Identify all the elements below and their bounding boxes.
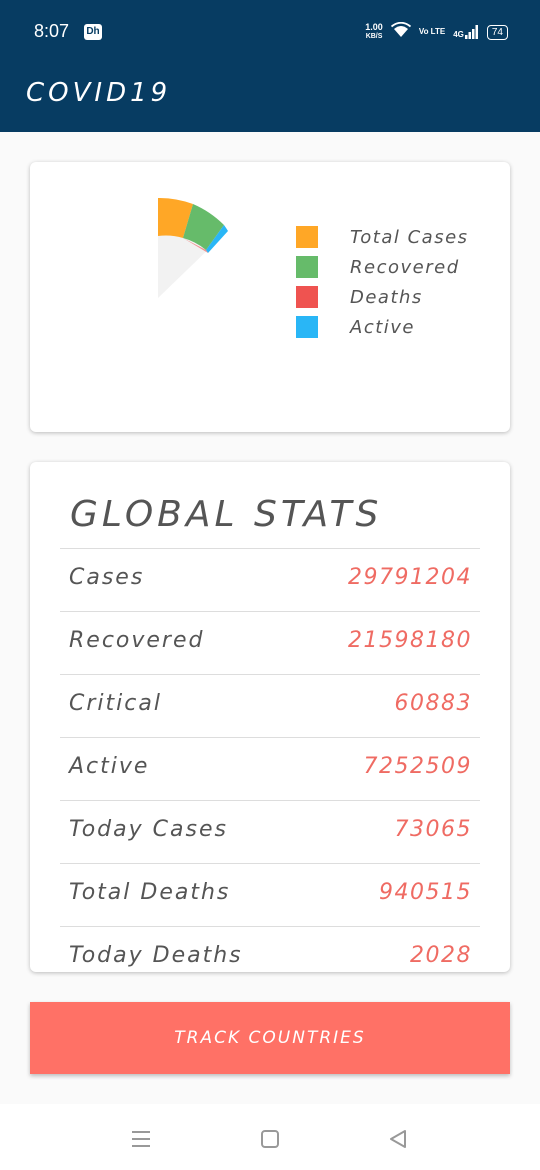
stat-row-today-cases: Today Cases 73065 (60, 800, 480, 863)
stat-label: Active (69, 754, 150, 779)
stat-label: Cases (69, 565, 145, 590)
legend-swatch (296, 256, 318, 278)
legend-swatch (296, 316, 318, 338)
stat-value: 21598180 (348, 628, 472, 653)
legend-label: Deaths (350, 286, 423, 308)
legend-swatch (296, 286, 318, 308)
home-square-icon[interactable] (255, 1124, 285, 1154)
system-nav-bar (0, 1104, 540, 1170)
signal-type: 4G (453, 30, 464, 39)
wifi-icon (390, 21, 411, 42)
stat-value: 73065 (394, 817, 472, 842)
stat-value: 29791204 (348, 565, 472, 590)
status-icons: 1.00 KB/S Vo LTE 4G 74 (365, 20, 508, 44)
legend-label: Active (350, 316, 415, 338)
stat-value: 2028 (410, 943, 472, 968)
stat-label: Recovered (69, 628, 205, 653)
stat-label: Today Cases (69, 817, 228, 842)
app-bar: COVID19 (0, 66, 540, 132)
chart-card: Total Cases Recovered Deaths Active (30, 162, 510, 432)
status-time: 8:07 (34, 21, 70, 41)
legend-item-recovered: Recovered (296, 252, 469, 282)
stat-row-total-deaths: Total Deaths 940515 (60, 863, 480, 926)
stat-label: Critical (69, 691, 162, 716)
legend-item-deaths: Deaths (296, 282, 469, 312)
stat-value: 60883 (394, 691, 472, 716)
notification-app-icon: Dh (84, 24, 102, 40)
legend-label: Total Cases (350, 226, 469, 248)
stat-row-active: Active 7252509 (60, 737, 480, 800)
legend-swatch (296, 226, 318, 248)
network-speed-value: 1.00 (365, 22, 383, 32)
stat-row-recovered: Recovered 21598180 (60, 611, 480, 674)
stat-value: 940515 (379, 880, 472, 905)
network-speed: 1.00 KB/S (365, 23, 383, 41)
stat-row-today-deaths: Today Deaths 2028 (60, 926, 480, 972)
legend-item-active: Active (296, 312, 469, 342)
stat-label: Total Deaths (69, 880, 231, 905)
stat-row-critical: Critical 60883 (60, 674, 480, 737)
app-title: COVID19 (26, 78, 172, 108)
volte-icon: Vo LTE (418, 27, 446, 36)
stat-label: Today Deaths (69, 943, 243, 968)
status-bar: 8:07 Dh 1.00 KB/S Vo LTE 4G 74 (0, 0, 540, 66)
signal-icon: 4G (453, 25, 479, 39)
global-stats-title: GLOBAL STATS (70, 494, 383, 535)
chart-legend: Total Cases Recovered Deaths Active (296, 222, 469, 342)
battery-icon: 74 (486, 24, 508, 40)
stats-table: Cases 29791204 Recovered 21598180 Critic… (60, 548, 480, 972)
network-speed-unit: KB/S (365, 33, 383, 40)
legend-label: Recovered (350, 256, 460, 278)
back-triangle-icon[interactable] (383, 1124, 413, 1154)
global-stats-card[interactable]: GLOBAL STATS Cases 29791204 Recovered 21… (30, 462, 510, 972)
stat-value: 7252509 (363, 754, 472, 779)
legend-item-total-cases: Total Cases (296, 222, 469, 252)
stat-row-cases: Cases 29791204 (60, 548, 480, 611)
track-countries-button[interactable]: TRACK COUNTRIES (30, 1002, 510, 1074)
menu-icon[interactable] (126, 1124, 156, 1154)
pie-chart (158, 198, 228, 298)
